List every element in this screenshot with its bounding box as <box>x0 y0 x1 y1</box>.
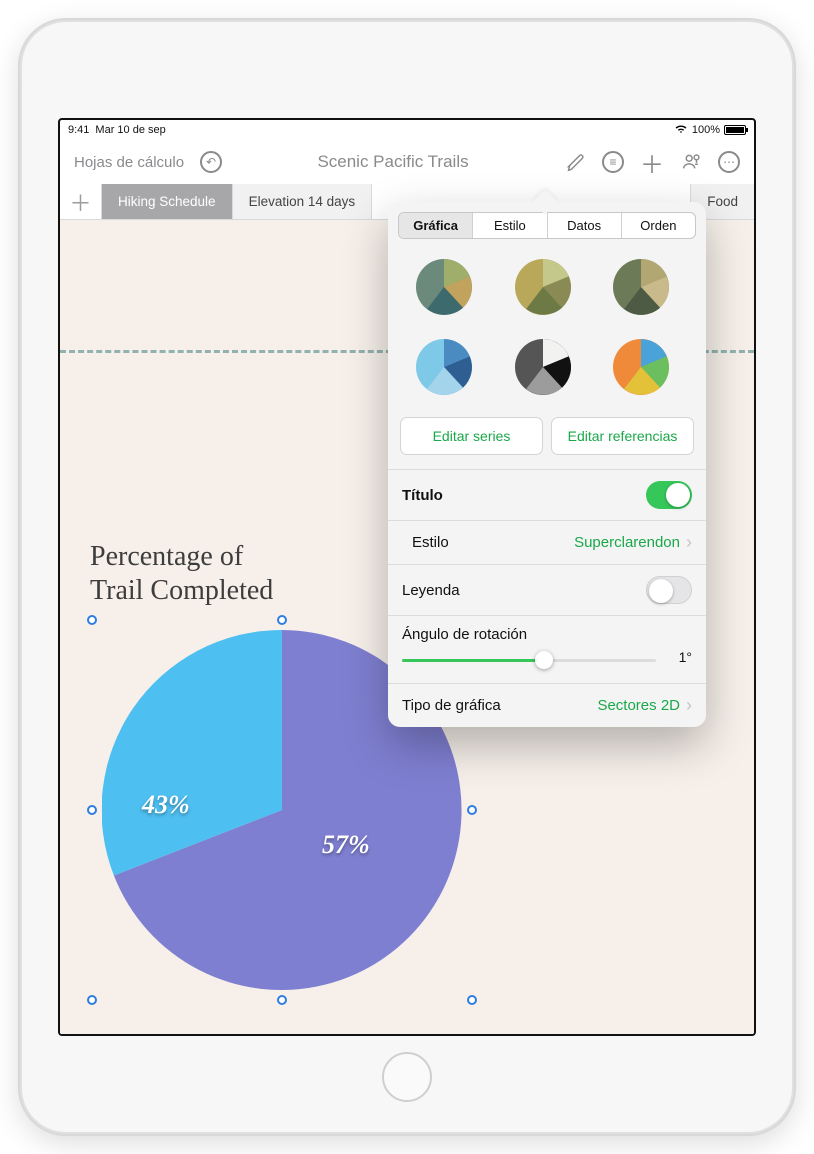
rotation-slider[interactable]: 1° <box>402 651 692 669</box>
swatch-1[interactable] <box>416 259 481 319</box>
title-toggle[interactable] <box>646 481 692 509</box>
battery-pct: 100% <box>692 124 720 136</box>
swatch-3[interactable] <box>613 259 678 319</box>
title-style-row[interactable]: Estilo Superclarendon › <box>388 520 706 564</box>
back-button[interactable]: Hojas de cálculo <box>68 150 190 175</box>
chart-title[interactable]: Percentage of Trail Completed <box>90 540 273 607</box>
edit-references-button[interactable]: Editar referencias <box>551 417 694 455</box>
legend-label: Leyenda <box>402 582 646 599</box>
chart-title-line2: Trail Completed <box>90 575 273 606</box>
more-icon: ⋯ <box>718 151 740 173</box>
status-date: Mar 10 de sep <box>95 124 165 136</box>
comment-icon: ≡ <box>602 151 624 173</box>
ipad-frame: 9:41 Mar 10 de sep 100% Hojas de cálculo… <box>20 20 794 1134</box>
swatch-2[interactable] <box>515 259 580 319</box>
swatch-4[interactable] <box>416 339 481 399</box>
format-brush-button[interactable] <box>558 147 592 177</box>
add-sheet-button[interactable]: ＋ <box>60 184 102 219</box>
chart-type-row[interactable]: Tipo de gráfica Sectores 2D › <box>388 683 706 727</box>
style-label: Estilo <box>402 534 574 551</box>
status-bar: 9:41 Mar 10 de sep 100% <box>60 120 754 140</box>
slice-label-a: 43% <box>142 790 190 820</box>
add-button[interactable]: ＋ <box>634 141 670 184</box>
undo-icon: ↶ <box>200 151 222 173</box>
chevron-right-icon: › <box>686 695 692 716</box>
selection-handle[interactable] <box>467 995 477 1005</box>
selection-handle[interactable] <box>467 805 477 815</box>
selection-handle[interactable] <box>87 995 97 1005</box>
rotation-row: Ángulo de rotación 1° <box>388 615 706 683</box>
format-popover: Gráfica Estilo Datos Orden Editar series… <box>388 202 706 727</box>
home-button[interactable] <box>382 1052 432 1102</box>
selection-handle[interactable] <box>277 995 287 1005</box>
style-swatches <box>388 249 706 417</box>
wifi-icon <box>674 124 688 137</box>
edit-series-button[interactable]: Editar series <box>400 417 543 455</box>
chart-type-label: Tipo de gráfica <box>402 697 597 714</box>
popover-tab-orden[interactable]: Orden <box>622 213 695 238</box>
undo-button[interactable]: ↶ <box>194 147 228 177</box>
legend-toggle[interactable] <box>646 576 692 604</box>
style-value: Superclarendon <box>574 534 680 551</box>
battery-icon <box>724 125 746 135</box>
slice-label-b: 57% <box>322 830 370 860</box>
popover-tab-grafica[interactable]: Gráfica <box>399 213 473 238</box>
chart-title-line1: Percentage of <box>90 541 243 572</box>
status-time: 9:41 <box>68 124 89 136</box>
screen: 9:41 Mar 10 de sep 100% Hojas de cálculo… <box>58 118 756 1036</box>
popover-tabs: Gráfica Estilo Datos Orden <box>398 212 696 239</box>
chevron-right-icon: › <box>686 532 692 553</box>
sheet-tab-elevation[interactable]: Elevation 14 days <box>233 184 373 219</box>
collaborate-button[interactable] <box>674 147 708 177</box>
chart-type-value: Sectores 2D <box>597 697 680 714</box>
legend-toggle-row: Leyenda <box>388 564 706 615</box>
swatch-6[interactable] <box>613 339 678 399</box>
more-button[interactable]: ⋯ <box>712 147 746 177</box>
rotation-value: 1° <box>679 649 692 665</box>
selection-handle[interactable] <box>87 615 97 625</box>
title-toggle-row: Título <box>388 469 706 520</box>
toolbar: Hojas de cálculo ↶ Scenic Pacific Trails… <box>60 140 754 184</box>
popover-tab-datos[interactable]: Datos <box>548 213 622 238</box>
rotation-label: Ángulo de rotación <box>402 626 527 643</box>
selection-handle[interactable] <box>277 615 287 625</box>
document-title[interactable]: Scenic Pacific Trails <box>232 152 554 172</box>
title-label: Título <box>402 487 646 504</box>
selection-handle[interactable] <box>87 805 97 815</box>
swatch-5[interactable] <box>515 339 580 399</box>
popover-tab-estilo[interactable]: Estilo <box>473 213 547 238</box>
sheet-tab-hiking[interactable]: Hiking Schedule <box>102 184 233 219</box>
comment-button[interactable]: ≡ <box>596 147 630 177</box>
